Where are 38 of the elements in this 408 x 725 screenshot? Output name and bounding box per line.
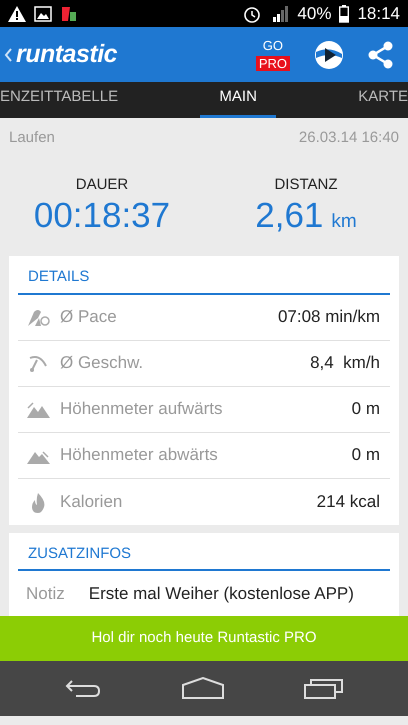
alarm-icon — [243, 4, 262, 22]
note-text: Erste mal Weiher (kostenlose APP) — [88, 583, 354, 606]
stat-value: 00:18:37 — [34, 196, 170, 235]
detail-label: Ø Geschw. — [60, 352, 144, 374]
play-icon[interactable] — [314, 40, 344, 70]
detail-value: 07:08 min/km — [278, 306, 380, 328]
detail-label: Höhenmeter aufwärts — [60, 398, 223, 420]
activity-type: Laufen — [9, 128, 55, 148]
note-label: Notiz — [26, 583, 65, 606]
activity-date: 26.03.14 16:40 — [298, 128, 399, 148]
detail-label: Kalorien — [60, 490, 122, 513]
recent-apps-icon[interactable] — [304, 677, 344, 699]
detail-value: 0 m — [352, 398, 380, 420]
stat-unit: km — [331, 210, 357, 234]
stat-value: 2,61 — [255, 196, 324, 235]
stat-label: DISTANZ — [274, 175, 338, 195]
back-icon[interactable] — [64, 678, 102, 698]
home-icon[interactable] — [182, 677, 224, 699]
battery-level: 40% — [297, 2, 332, 25]
section-title: ZUSATZINFOS — [18, 536, 390, 571]
stat-label: DAUER — [76, 175, 128, 195]
detail-value: 214 kcal — [316, 490, 380, 513]
section-title: DETAILS — [18, 260, 390, 294]
back-icon[interactable] — [4, 48, 12, 62]
tab[interactable]: MAIN — [200, 82, 276, 118]
app-logo[interactable]: runtastic — [16, 36, 118, 74]
share-icon[interactable] — [368, 40, 394, 68]
image-icon — [34, 6, 52, 22]
detail-label: Ø Pace — [60, 306, 117, 328]
detail-value: 8,4 km/h — [310, 352, 380, 374]
tab[interactable]: KARTE — [358, 82, 408, 118]
clock: 18:14 — [357, 2, 400, 25]
battery-icon — [339, 4, 350, 22]
tab[interactable]: ENZEITTABELLE — [0, 82, 118, 118]
detail-value: 0 m — [352, 444, 380, 466]
detail-label: Höhenmeter abwärts — [60, 444, 218, 466]
warning-icon — [8, 6, 26, 22]
go-pro-button[interactable]: GO PRO — [256, 38, 290, 70]
